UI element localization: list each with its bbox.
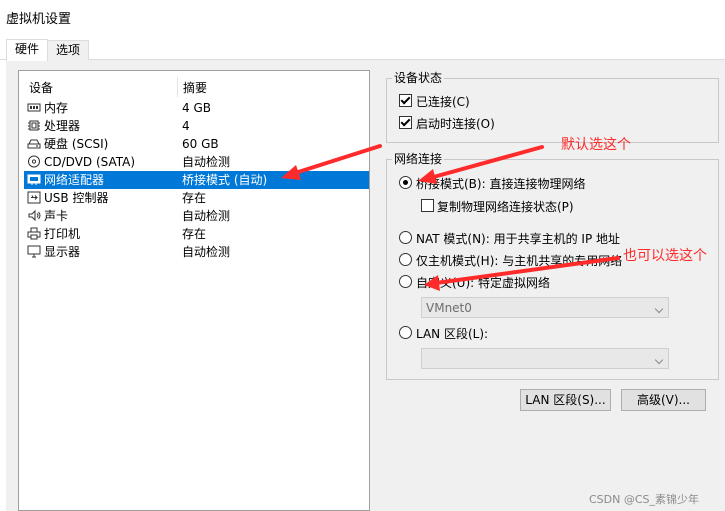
arrow-to-network-adapter [290,144,382,176]
tab-hardware[interactable]: 硬件 [6,39,48,61]
arrow-to-bridged [428,145,544,180]
watermark: CSDN @CS_素锦少年 [589,493,700,506]
arrow-head [418,169,437,184]
annotation-alternative: 也可以选这个 [623,248,707,264]
arrow-head [424,275,440,291]
annotation-default: 默认选这个 [561,137,631,153]
arrow-head [281,165,301,180]
annotation-arrows [281,144,620,291]
arrow-to-custom [434,256,620,285]
